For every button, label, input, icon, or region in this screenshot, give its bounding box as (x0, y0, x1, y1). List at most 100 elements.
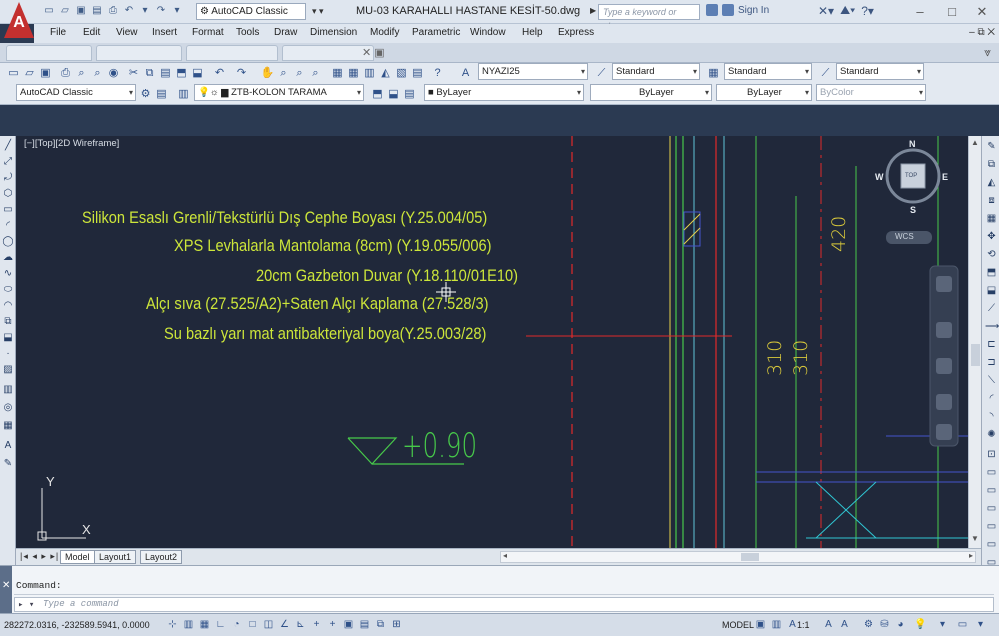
isolate-objects-icon[interactable]: 💡 (914, 618, 927, 632)
new-icon[interactable]: ▭ (42, 4, 56, 18)
command-line-handle[interactable]: ✕ (0, 566, 12, 614)
redo-dropdown-icon[interactable]: ▾ (170, 4, 184, 18)
lineweight-combo[interactable]: ByLayer ▾ (716, 84, 812, 101)
menu-parametric[interactable]: Parametric (412, 27, 460, 38)
menu-help[interactable]: Help (522, 27, 543, 38)
status-settings-icon[interactable]: ▾ (974, 618, 987, 632)
multileader-style-combo[interactable]: Standard ▾ (836, 63, 924, 80)
multiline-text-icon[interactable]: A (2, 440, 14, 452)
annotation-text[interactable]: Alçı sıva (27.525/A2)+Saten Alçı Kaplama… (146, 294, 489, 314)
plotstyle-combo[interactable]: ByColor ▾ (816, 84, 926, 101)
grid-display-icon[interactable]: ▦ (198, 618, 211, 632)
annotation-text[interactable]: Su bazlı yarı mat antibakteriyal boya(Y.… (164, 324, 486, 344)
menu-dimension[interactable]: Dimension (310, 27, 357, 38)
viewport-controls[interactable]: [−][Top][2D Wireframe] (24, 138, 119, 149)
erase-icon[interactable]: ✎ (985, 140, 998, 153)
application-menu-button[interactable]: A (4, 2, 34, 38)
polyline-icon[interactable]: ⤾ (2, 172, 14, 184)
menu-express[interactable]: Express (558, 27, 594, 38)
plot-icon[interactable]: ⎙ (58, 66, 73, 81)
pan-nav-icon[interactable] (936, 322, 952, 338)
workspace-switching-icon[interactable]: ⚙ (862, 618, 875, 632)
ortho-mode-icon[interactable]: ∟ (214, 618, 227, 632)
hardware-acceleration-icon[interactable]: ◕ (894, 618, 907, 632)
level-mark-text[interactable]: +0.90 (402, 426, 477, 466)
workspace-settings-icon[interactable]: ⚙ (138, 87, 153, 102)
help-tb-icon[interactable]: ? (430, 66, 445, 81)
point-icon[interactable]: · (2, 348, 14, 360)
quick-view-drawings-icon[interactable]: ▥ (770, 618, 783, 632)
annotation-monitor-icon[interactable]: ⊞ (390, 618, 403, 632)
print-icon[interactable]: ⎙ (106, 4, 120, 18)
scroll-right-icon[interactable]: ▸ (969, 551, 973, 560)
copy-icon[interactable]: ⧉ (142, 66, 157, 81)
menu-view[interactable]: View (116, 27, 138, 38)
layer-combo[interactable]: 💡☼ ▆ ZTB-KOLON TARAMA ▾ (194, 84, 364, 101)
stretch-icon[interactable]: ⬓ (985, 284, 998, 297)
menu-tools[interactable]: Tools (236, 27, 259, 38)
plot-preview-icon[interactable]: ⌕ (74, 66, 89, 81)
horizontal-scroll-thumb[interactable] (741, 553, 759, 561)
construction-line-icon[interactable]: ⤢ (2, 156, 14, 168)
object-snap-tracking-icon[interactable]: ∠ (278, 618, 291, 632)
explode-icon[interactable]: ✺ (985, 428, 998, 441)
scale-icon[interactable]: ⬒ (985, 266, 998, 279)
ellipse-icon[interactable]: ⬭ (2, 284, 14, 296)
sheet-set-icon[interactable]: ◭ (378, 66, 393, 81)
vertical-scrollbar[interactable]: ▲ ▼ (968, 136, 981, 548)
sign-in-button[interactable]: Sign In (706, 4, 769, 16)
gradient-icon[interactable]: ▥ (2, 384, 14, 396)
tool-palettes-icon[interactable]: ▥ (362, 66, 377, 81)
undo-icon[interactable]: ↶ (122, 4, 136, 18)
binoculars-icon[interactable] (706, 4, 718, 16)
menu-format[interactable]: Format (192, 27, 224, 38)
workspace-switcher[interactable]: ⚙ AutoCAD Classic (196, 3, 306, 20)
3d-osnap-icon[interactable]: ◫ (262, 618, 275, 632)
polygon-icon[interactable]: ⬡ (2, 188, 14, 200)
menu-edit[interactable]: Edit (83, 27, 100, 38)
infer-constraints-icon[interactable]: ⊹ (166, 618, 179, 632)
tab-layout2[interactable]: Layout2 (140, 550, 183, 564)
scroll-left-icon[interactable]: ◂ (503, 551, 507, 560)
lock-icon[interactable]: ⛁ (878, 618, 891, 632)
qat-customize-icon[interactable]: ▾ ▾ (312, 6, 324, 17)
block-editor-icon[interactable]: ⬓ (190, 66, 205, 81)
menu-file[interactable]: File (50, 27, 66, 38)
offset-icon[interactable]: ⧈ (985, 194, 998, 207)
drawing-canvas[interactable]: [−][Top][2D Wireframe] Silikon Esaslı Gr… (16, 136, 968, 548)
auto-scale-icon[interactable]: A (838, 618, 851, 632)
table-icon[interactable]: ▦ (2, 420, 14, 432)
ellipse-arc-icon[interactable]: ◠ (2, 300, 14, 312)
paste-icon[interactable]: ▤ (158, 66, 173, 81)
pan-icon[interactable]: ✋ (260, 66, 275, 81)
save-as-icon[interactable]: ▤ (90, 4, 104, 18)
rectangle-icon[interactable]: ▭ (2, 204, 14, 216)
close-button[interactable]: ✕ (968, 3, 996, 21)
menu-draw[interactable]: Draw (274, 27, 297, 38)
text-style-combo[interactable]: NYAZI25 ▾ (478, 63, 588, 80)
quick-view-layouts-icon[interactable]: ▣ (754, 618, 767, 632)
command-prompt-icon[interactable]: ▸ ▾ (18, 599, 34, 612)
region-icon[interactable]: ◎ (2, 402, 14, 414)
move-icon[interactable]: ✥ (985, 230, 998, 243)
chamfer-icon[interactable]: ⟍ (985, 374, 998, 387)
calculator-icon[interactable]: ▤ (410, 66, 425, 81)
workspaces-combo[interactable]: AutoCAD Classic ▾ (16, 84, 136, 101)
join-icon[interactable]: ⊐ (985, 356, 998, 369)
wcs-label[interactable]: WCS (895, 232, 914, 241)
lineweight-icon[interactable]: + (326, 618, 339, 632)
dim-style-combo[interactable]: Standard ▾ (612, 63, 700, 80)
insert-block-icon[interactable]: ⧉ (2, 316, 14, 328)
extend-icon[interactable]: ⟶ (985, 320, 999, 333)
open-file-icon[interactable]: ▱ (22, 66, 37, 81)
linetype-combo[interactable]: ByLayer ▾ (590, 84, 712, 101)
array-icon[interactable]: ▦ (985, 212, 998, 225)
compass-south[interactable]: S (910, 205, 916, 215)
zoom-window-icon[interactable]: ⌕ (292, 66, 307, 81)
close-icon[interactable]: ✕ (2, 580, 10, 591)
menu-modify[interactable]: Modify (370, 27, 399, 38)
make-block-icon[interactable]: ⬓ (2, 332, 14, 344)
dim-style-icon[interactable]: ⟋ (594, 66, 609, 81)
full-navigation-wheel-icon[interactable] (936, 276, 952, 292)
annotation-text[interactable]: 20cm Gazbeton Duvar (Y.18.110/01E10) (256, 266, 518, 286)
